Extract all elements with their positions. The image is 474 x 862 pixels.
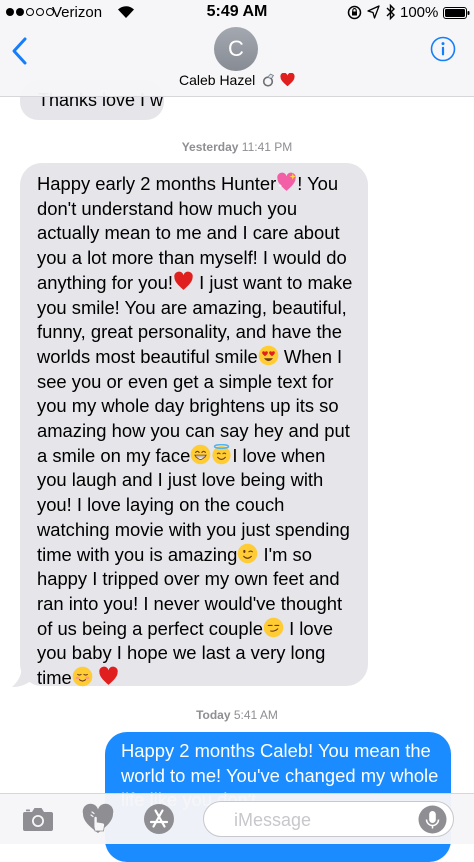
sparkling-heart-emoji-icon [277,172,297,191]
red-heart-emoji-icon [174,271,193,290]
grinning-emoji-icon [191,444,211,465]
smirking-emoji-icon [263,617,284,637]
timestamp-yesterday: Yesterday 11:41 PM [0,140,474,154]
conversation-header: C Caleb Hazel [0,26,474,97]
red-heart-icon [280,73,295,87]
digital-touch-icon[interactable] [81,803,115,835]
location-arrow-icon [367,5,380,19]
timestamp-day: Yesterday [181,140,239,154]
battery-icon [443,7,470,19]
contact-name-row[interactable]: Caleb Hazel [0,72,474,88]
heart-eyes-emoji-icon [258,345,279,366]
imessage-text-field[interactable] [232,808,416,832]
app-store-icon[interactable] [143,803,175,835]
contact-name: Caleb Hazel [178,72,256,88]
rotation-lock-icon [347,5,362,20]
imessage-input[interactable] [203,801,454,837]
status-bar: Verizon 5:49 AM 100% [0,0,474,26]
timestamp-time: 11:41 PM [241,140,293,154]
timestamp-today: Today 5:41 AM [0,708,474,722]
microphone-icon[interactable] [418,805,447,834]
ring-icon [263,73,275,87]
smiling-halo-emoji-icon [212,443,231,465]
back-chevron-icon[interactable] [10,36,30,66]
timestamp-time: 5:41 AM [233,708,278,722]
timestamp-day: Today [196,708,231,722]
battery-percentage: 100% [400,4,439,21]
contact-avatar[interactable]: C [214,27,258,71]
message-text-part: Happy early 2 months Hunter [37,173,277,194]
camera-icon[interactable] [22,806,54,832]
red-heart-emoji-icon [99,666,118,685]
message-input-bar [0,793,474,844]
relaxed-emoji-icon [72,666,93,687]
info-icon[interactable] [430,36,456,62]
winking-emoji-icon [238,543,258,563]
bluetooth-icon [386,3,395,21]
incoming-message-bubble[interactable]: Happy early 2 months Hunter ! You don't … [20,163,368,688]
